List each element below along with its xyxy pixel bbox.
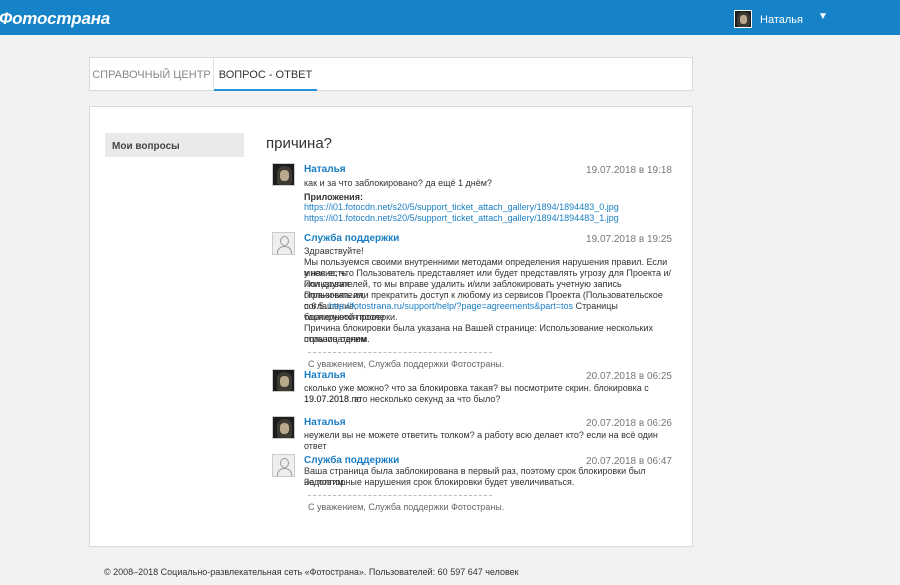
message-date: 19.07.2018 в 19:18	[586, 165, 672, 176]
message-date: 19.07.2018 в 19:25	[586, 234, 672, 245]
message-date: 20.07.2018 в 06:26	[586, 418, 672, 429]
message-item: Наталья 20.07.2018 в 06:25 сколько уже м…	[272, 369, 672, 409]
message-author[interactable]: Наталья	[304, 164, 346, 175]
message-signature: С уважением, Служба поддержки Фотостраны…	[308, 502, 505, 512]
user-avatar[interactable]	[272, 369, 295, 392]
message-item: Наталья 19.07.2018 в 19:18 как и за что …	[272, 163, 672, 223]
message-signature: С уважением, Служба поддержки Фотостраны…	[308, 359, 505, 369]
sidebar-item-my-questions[interactable]: Мои вопросы	[105, 133, 244, 157]
message-item: Служба поддержки 19.07.2018 в 19:25 Здра…	[272, 232, 672, 369]
attachment-link[interactable]: https://i01.fotocdn.net/s20/5/support_ti…	[304, 213, 672, 224]
tab-question-answer[interactable]: ВОПРОС - ОТВЕТ	[213, 58, 317, 91]
message-text: За повторные нарушения срок блокировки б…	[304, 477, 575, 487]
user-name[interactable]: Наталья	[760, 14, 803, 26]
message-text: неужели вы не можете ответить толком? а …	[304, 430, 658, 451]
top-bar: Фотострана Наталья ▼	[0, 0, 900, 35]
attachments-title: Приложения:	[304, 192, 363, 202]
message-text: пользователем.	[304, 334, 370, 344]
message-author[interactable]: Служба поддержки	[304, 233, 399, 244]
fotostrana-logo[interactable]: Фотострана	[0, 9, 110, 29]
ticket-panel: Мои вопросы причина? Наталья 19.07.2018 …	[89, 106, 693, 547]
tab-help-center[interactable]: СПРАВОЧНЫЙ ЦЕНТР	[90, 58, 213, 91]
attachment-link[interactable]: https://i01.fotocdn.net/s20/5/support_ti…	[304, 202, 672, 213]
message-date: 20.07.2018 в 06:25	[586, 371, 672, 382]
message-author[interactable]: Наталья	[304, 417, 346, 428]
message-author[interactable]: Служба поддержки	[304, 455, 399, 466]
user-avatar[interactable]	[272, 416, 295, 439]
support-avatar	[272, 454, 295, 477]
footer-copyright: © 2008–2018 Социально-развлекательная се…	[104, 567, 519, 577]
message-item: Служба поддержки 20.07.2018 в 06:47 Ваша…	[272, 454, 672, 514]
message-author[interactable]: Наталья	[304, 370, 346, 381]
signature-divider	[308, 495, 492, 496]
tabs-bar: СПРАВОЧНЫЙ ЦЕНТР ВОПРОС - ОТВЕТ	[89, 57, 693, 91]
question-title: причина?	[266, 135, 333, 152]
message-text: как и за что заблокировано? да ещё 1 днё…	[304, 178, 492, 188]
user-avatar[interactable]	[272, 163, 295, 186]
message-text: тщательной проверки.	[304, 312, 398, 322]
signature-divider	[308, 352, 492, 353]
agreement-link[interactable]: http://fotostrana.ru/support/help/?page=…	[329, 301, 573, 311]
message-text: 19.07.2018. это несколько секунд за что …	[304, 394, 501, 404]
message-item: Наталья 20.07.2018 в 06:26 неужели вы не…	[272, 416, 672, 451]
support-avatar	[272, 232, 295, 255]
user-avatar[interactable]	[734, 10, 752, 28]
message-text: Здравствуйте!	[304, 246, 364, 256]
chevron-down-icon[interactable]: ▼	[818, 11, 828, 22]
